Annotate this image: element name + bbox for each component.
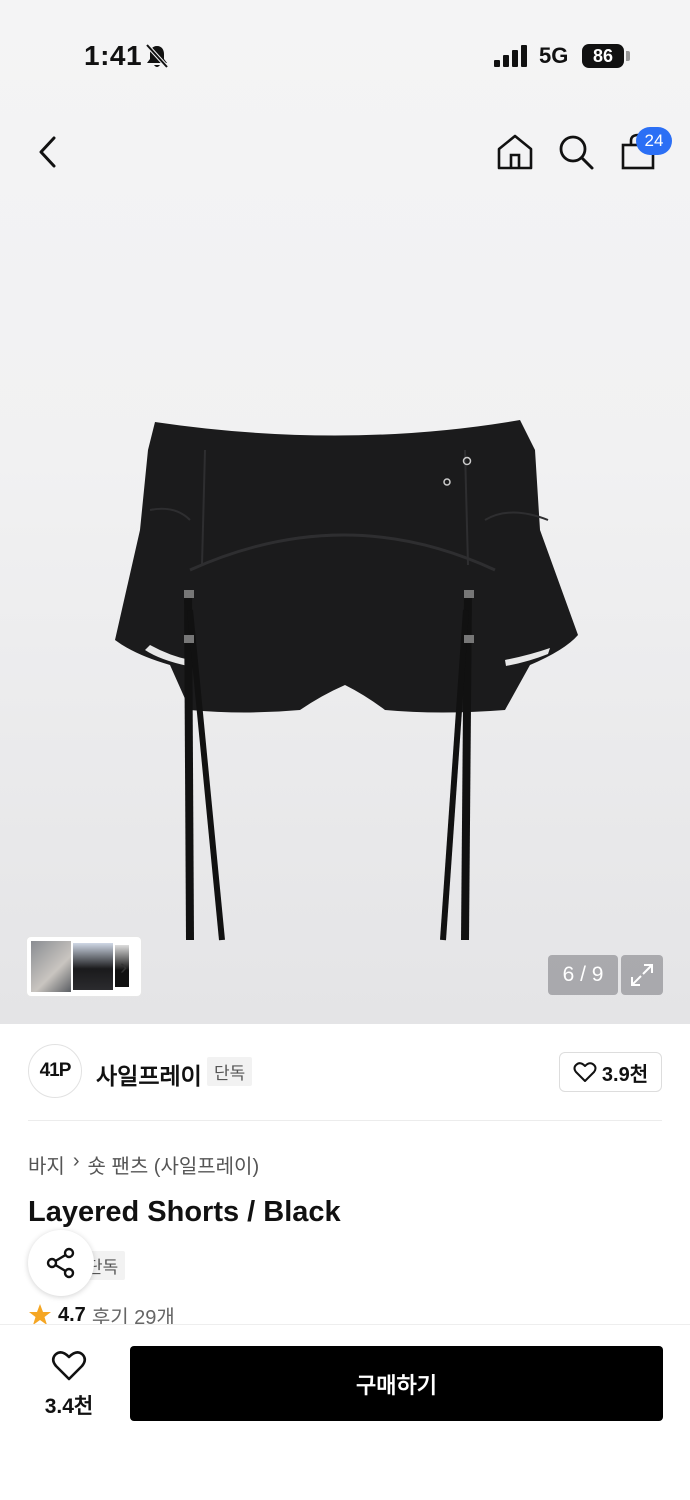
brand-logo[interactable]: 41P — [28, 1044, 82, 1098]
divider — [28, 1120, 662, 1121]
search-icon — [559, 135, 594, 170]
product-title: Layered Shorts / Black — [28, 1196, 341, 1228]
status-time: 1:41 — [84, 40, 143, 71]
wishlist-button[interactable]: 3.4천 — [28, 1346, 110, 1420]
breadcrumb-item[interactable]: 바지 — [28, 1150, 65, 1179]
heart-icon — [573, 1062, 597, 1082]
expand-icon — [631, 964, 653, 986]
heart-icon — [51, 1351, 87, 1381]
share-icon — [46, 1247, 75, 1279]
chevron-left-icon — [39, 136, 56, 168]
battery-icon: 86 — [582, 44, 624, 68]
battery-tip — [626, 51, 630, 61]
cart-count-badge: 24 — [636, 127, 672, 155]
chevron-right-icon[interactable]: › — [120, 954, 127, 980]
rating-score: 4.7 — [58, 1304, 86, 1326]
review-count[interactable]: 후기 29개 — [92, 1304, 175, 1327]
star-icon — [29, 1304, 51, 1325]
product-image — [115, 420, 578, 941]
bell-muted-icon — [145, 43, 169, 69]
buy-button[interactable]: 구매하기 — [130, 1346, 663, 1421]
brand-like-count: 3.9천 — [601, 1063, 649, 1086]
home-icon — [497, 134, 533, 170]
brand-like-button[interactable]: 3.9천 — [559, 1052, 662, 1092]
signal-icon — [494, 45, 527, 67]
exclusive-badge: 단독 — [207, 1057, 253, 1086]
share-button[interactable] — [28, 1230, 94, 1296]
wishlist-count: 3.4천 — [44, 1395, 94, 1418]
rating-summary[interactable]: 4.7 후기 29개 — [28, 1304, 175, 1326]
network-type: 5G — [539, 43, 569, 68]
status-bar: 1:41 5G 86 — [0, 0, 690, 110]
back-button[interactable] — [26, 130, 70, 174]
breadcrumb: 바지 › 숏 팬츠 (사일프레이) — [28, 1150, 259, 1179]
image-pager: 6 / 9 — [548, 955, 618, 995]
breadcrumb-item[interactable]: 숏 팬츠 (사일프레이) — [87, 1150, 259, 1179]
brand-name[interactable]: 사일프레이 — [96, 1057, 202, 1091]
home-button[interactable] — [493, 130, 537, 174]
chevron-right-icon: › — [72, 1150, 80, 1172]
thumbnail-image[interactable] — [73, 943, 113, 990]
fullscreen-button[interactable] — [621, 955, 663, 995]
search-button[interactable] — [554, 130, 598, 174]
thumbnail-image[interactable] — [31, 941, 71, 992]
